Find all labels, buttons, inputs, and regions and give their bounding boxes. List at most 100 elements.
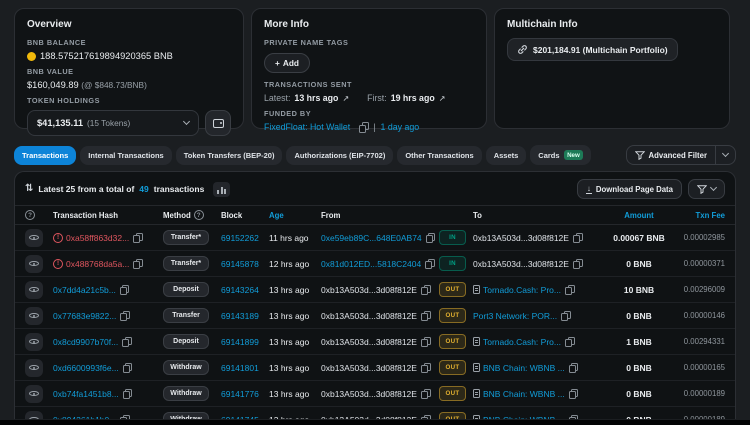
copy-icon[interactable]	[568, 414, 579, 419]
block-link[interactable]: 69152262	[221, 233, 259, 243]
tab-assets[interactable]: Assets	[485, 145, 527, 165]
funded-by-link[interactable]: FixedFloat: Hot Wallet	[264, 122, 350, 132]
to-address-link[interactable]: BNB Chain: WBNB ...	[483, 389, 565, 399]
eye-button[interactable]	[25, 306, 43, 325]
copy-icon[interactable]	[420, 414, 431, 419]
copy-icon[interactable]	[119, 284, 130, 295]
tab-internal-transactions[interactable]: Internal Transactions	[80, 145, 172, 165]
block-link[interactable]: 69141801	[221, 363, 259, 373]
multichain-portfolio-badge[interactable]: $201,184.91 (Multichain Portfolio)	[507, 38, 678, 61]
eye-button[interactable]	[25, 384, 43, 403]
copy-icon[interactable]	[568, 388, 579, 399]
eye-icon	[29, 363, 39, 373]
block-link[interactable]: 69141776	[221, 389, 259, 399]
tx-hash-link[interactable]: 0x488768da5a...	[66, 259, 129, 269]
transactions-sent-label: TRANSACTIONS SENT	[264, 80, 352, 89]
external-link-icon[interactable]: ↗	[439, 94, 446, 103]
header-age[interactable]: Age	[269, 211, 321, 220]
block-link[interactable]: 69141899	[221, 337, 259, 347]
tx-hash-link[interactable]: 0x8cd9907b70f...	[53, 337, 118, 347]
advanced-filter-button[interactable]: Advanced Filter	[627, 146, 716, 164]
tx-hash-link[interactable]: 0x894261b1b0...	[53, 415, 116, 420]
copy-icon[interactable]	[425, 258, 435, 269]
copy-icon[interactable]	[420, 284, 431, 295]
from-address-link[interactable]: 0x81d012ED...5818C2404	[321, 259, 421, 269]
add-private-tag-button[interactable]: + Add	[264, 53, 310, 73]
download-page-data-button[interactable]: ↓ Download Page Data	[576, 179, 682, 199]
copy-icon[interactable]	[572, 232, 583, 243]
tx-hash-link[interactable]: 0x7dd4a21c5b...	[53, 285, 116, 295]
header-txn-fee[interactable]: Txn Fee	[679, 211, 725, 220]
tab-other-transactions[interactable]: Other Transactions	[397, 145, 482, 165]
direction-badge: OUT	[439, 360, 466, 375]
wallet-button[interactable]	[205, 110, 231, 136]
copy-icon[interactable]	[120, 414, 130, 419]
block-link[interactable]: 69145878	[221, 259, 259, 269]
header-amount[interactable]: Amount	[599, 211, 679, 220]
direction-badge: IN	[439, 230, 466, 245]
bnb-balance-value: 188.575217619894920365 BNB	[40, 51, 173, 61]
bnb-coin-icon	[27, 51, 36, 61]
header-transaction-hash: Transaction Hash	[53, 210, 118, 220]
copy-icon[interactable]	[133, 232, 143, 243]
header-to: To	[473, 210, 482, 220]
question-icon[interactable]: ?	[193, 210, 204, 220]
copy-icon[interactable]	[122, 362, 133, 373]
copy-icon[interactable]	[133, 258, 143, 269]
block-link[interactable]: 69141745	[221, 415, 259, 420]
add-button-label: Add	[282, 58, 299, 68]
block-link[interactable]: 69143189	[221, 311, 259, 321]
tx-hash-link[interactable]: 0x77683e9822...	[53, 311, 116, 321]
from-address-link[interactable]: 0xe59eb89C...648E0AB74	[321, 233, 422, 243]
external-link-icon[interactable]: ↗	[342, 94, 349, 103]
eye-icon	[29, 337, 39, 347]
txn-fee-cell: 0.00002985	[683, 233, 725, 242]
copy-icon[interactable]	[564, 336, 575, 347]
eye-button[interactable]	[25, 332, 43, 351]
latest-label: Latest:	[264, 93, 291, 103]
copy-icon[interactable]	[561, 310, 571, 321]
copy-icon[interactable]	[122, 388, 133, 399]
eye-button[interactable]	[25, 410, 43, 419]
tx-hash-link[interactable]: 0xb74fa1451b8...	[53, 389, 119, 399]
tab-transactions[interactable]: Transactions	[14, 145, 77, 165]
copy-icon[interactable]	[420, 388, 431, 399]
tx-hash-link[interactable]: 0xa58ff863d32...	[66, 233, 129, 243]
copy-icon[interactable]	[122, 336, 132, 347]
tab-cards[interactable]: Cards New	[530, 145, 592, 165]
block-link[interactable]: 69143264	[221, 285, 259, 295]
copy-icon[interactable]	[420, 310, 431, 321]
eye-button[interactable]	[25, 358, 43, 377]
first-label: First:	[367, 93, 387, 103]
tab-token-transfers[interactable]: Token Transfers (BEP-20)	[175, 145, 283, 165]
eye-button[interactable]	[25, 280, 43, 299]
funded-age-link[interactable]: 1 day ago	[381, 122, 420, 132]
tab-authorizations[interactable]: Authorizations (EIP-7702)	[286, 145, 394, 165]
advanced-filter-dropdown-toggle[interactable]	[716, 146, 735, 164]
to-address-link[interactable]: BNB Chain: WBNB ...	[483, 363, 565, 373]
eye-button[interactable]	[25, 228, 43, 247]
table-filter-button[interactable]	[688, 179, 725, 199]
summary-suffix: transactions	[153, 184, 205, 194]
copy-icon[interactable]	[572, 258, 583, 269]
to-address-link[interactable]: Port3 Network: POR...	[473, 311, 557, 321]
txn-fee-cell: 0.00000371	[683, 259, 725, 268]
copy-icon[interactable]	[120, 310, 130, 321]
copy-icon[interactable]	[359, 122, 369, 133]
method-badge: Transfer*	[163, 230, 209, 245]
age-cell: 13 hrs ago	[269, 388, 310, 399]
to-address-link[interactable]: Tornado.Cash: Pro...	[483, 285, 561, 295]
copy-icon[interactable]	[420, 336, 431, 347]
tx-hash-link[interactable]: 0xd6600993f6e...	[53, 363, 119, 373]
copy-icon[interactable]	[425, 232, 436, 243]
to-address-link[interactable]: BNB Chain: WBNB ...	[483, 415, 565, 420]
copy-icon[interactable]	[568, 362, 579, 373]
eye-button[interactable]	[25, 254, 43, 273]
copy-icon[interactable]	[564, 284, 575, 295]
to-address-link[interactable]: Tornado.Cash: Pro...	[483, 337, 561, 347]
eye-icon	[29, 415, 39, 419]
token-holdings-dropdown[interactable]: $41,135.11 (15 Tokens)	[27, 110, 199, 136]
question-icon[interactable]: ?	[25, 210, 35, 220]
chart-button[interactable]	[213, 181, 231, 197]
copy-icon[interactable]	[420, 362, 431, 373]
